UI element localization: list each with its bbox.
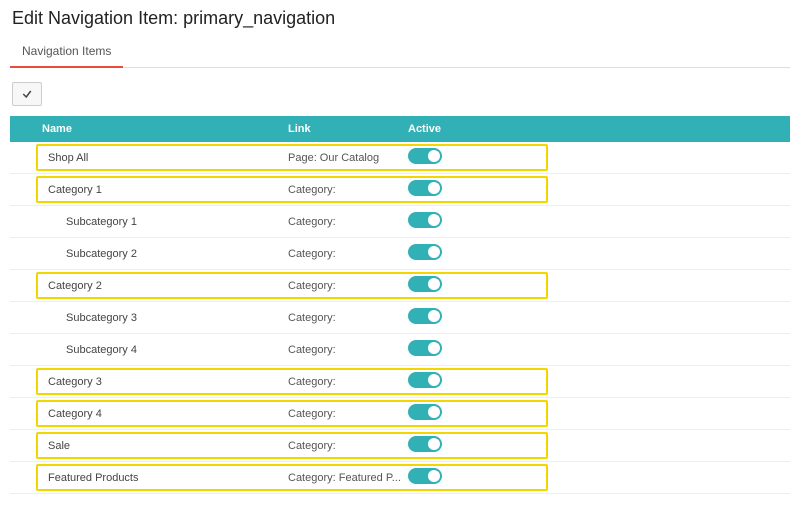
active-toggle[interactable] — [408, 212, 442, 228]
check-icon — [21, 88, 33, 100]
table-row[interactable]: Subcategory 1Category: — [10, 206, 790, 238]
col-header-link[interactable]: Link — [288, 123, 408, 135]
row-active-cell — [408, 404, 472, 423]
confirm-button[interactable] — [12, 82, 42, 106]
active-toggle[interactable] — [408, 468, 442, 484]
row-active-cell — [408, 148, 472, 167]
table-row[interactable]: Featured ProductsCategory: Featured P... — [10, 462, 790, 494]
table-row[interactable]: Category 4Category: — [10, 398, 790, 430]
active-toggle[interactable] — [408, 372, 442, 388]
row-active-cell — [408, 436, 472, 455]
table-row[interactable]: Category 3Category: — [10, 366, 790, 398]
active-toggle[interactable] — [408, 308, 442, 324]
row-link: Category: — [288, 184, 408, 196]
tab-bar: Navigation Items — [10, 35, 790, 68]
row-name: Subcategory 2 — [38, 248, 288, 260]
row-link: Category: — [288, 440, 408, 452]
row-link: Category: — [288, 408, 408, 420]
row-link: Category: — [288, 312, 408, 324]
row-name: Category 4 — [38, 408, 288, 420]
active-toggle[interactable] — [408, 436, 442, 452]
row-active-cell — [408, 276, 472, 295]
row-active-cell — [408, 468, 472, 487]
row-name: Category 2 — [38, 280, 288, 292]
row-link: Page: Our Catalog — [288, 152, 408, 164]
row-link: Category: — [288, 248, 408, 260]
table-row[interactable]: Subcategory 2Category: — [10, 238, 790, 270]
row-link: Category: — [288, 216, 408, 228]
table-row[interactable]: SaleCategory: — [10, 430, 790, 462]
page-title: Edit Navigation Item: primary_navigation — [10, 8, 790, 29]
table-header: Name Link Active — [10, 116, 790, 142]
navigation-items-table: Name Link Active Shop AllPage: Our Catal… — [10, 116, 790, 494]
row-link: Category: Featured P... — [288, 472, 408, 484]
row-active-cell — [408, 244, 472, 263]
row-name: Shop All — [38, 152, 288, 164]
table-row[interactable]: Subcategory 4Category: — [10, 334, 790, 366]
row-active-cell — [408, 372, 472, 391]
table-row[interactable]: Category 1Category: — [10, 174, 790, 206]
row-name: Subcategory 4 — [38, 344, 288, 356]
row-name: Category 3 — [38, 376, 288, 388]
row-name: Featured Products — [38, 472, 288, 484]
row-name: Subcategory 1 — [38, 216, 288, 228]
row-link: Category: — [288, 376, 408, 388]
active-toggle[interactable] — [408, 180, 442, 196]
row-name: Sale — [38, 440, 288, 452]
row-active-cell — [408, 180, 472, 199]
row-active-cell — [408, 308, 472, 327]
active-toggle[interactable] — [408, 340, 442, 356]
row-name: Category 1 — [38, 184, 288, 196]
row-link: Category: — [288, 344, 408, 356]
col-header-name[interactable]: Name — [38, 123, 288, 135]
table-row[interactable]: Shop AllPage: Our Catalog — [10, 142, 790, 174]
active-toggle[interactable] — [408, 148, 442, 164]
active-toggle[interactable] — [408, 276, 442, 292]
active-toggle[interactable] — [408, 244, 442, 260]
tab-navigation-items[interactable]: Navigation Items — [10, 36, 123, 68]
row-active-cell — [408, 212, 472, 231]
row-name: Subcategory 3 — [38, 312, 288, 324]
table-row[interactable]: Subcategory 3Category: — [10, 302, 790, 334]
table-row[interactable]: Category 2Category: — [10, 270, 790, 302]
table-body: Shop AllPage: Our CatalogCategory 1Categ… — [10, 142, 790, 494]
row-active-cell — [408, 340, 472, 359]
active-toggle[interactable] — [408, 404, 442, 420]
row-link: Category: — [288, 280, 408, 292]
col-header-active[interactable]: Active — [408, 123, 472, 135]
